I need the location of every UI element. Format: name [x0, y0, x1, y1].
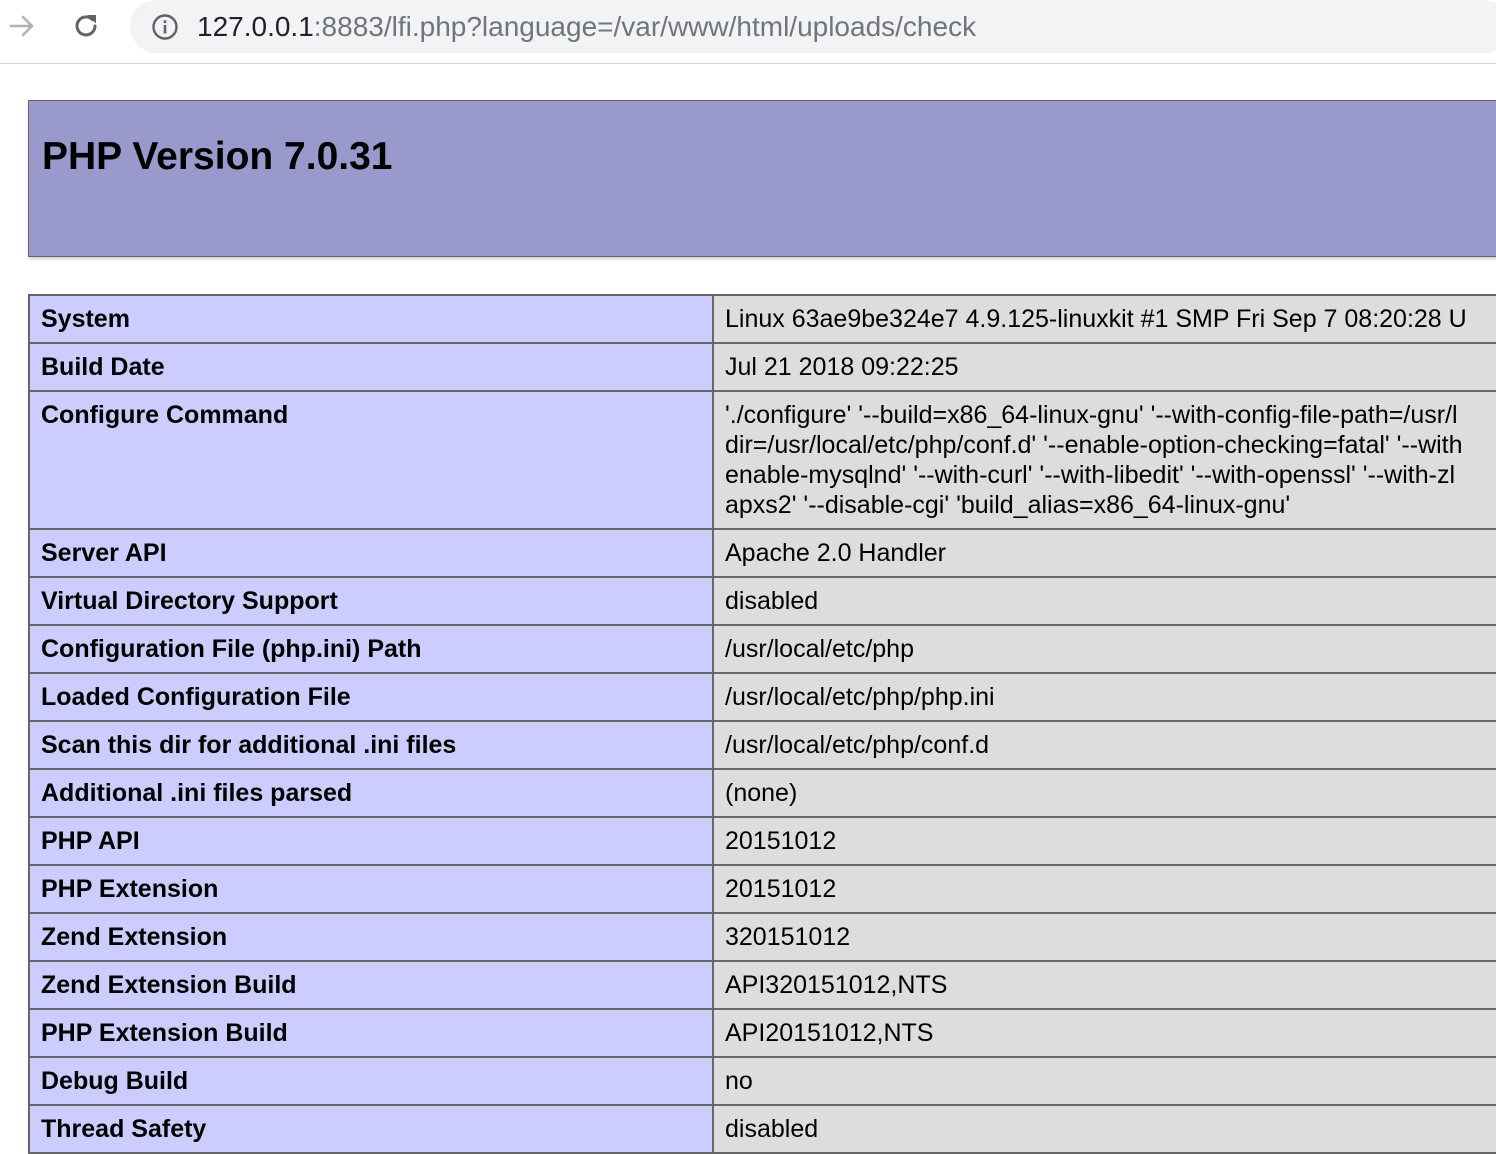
table-row: Zend Extension 320151012 — [28, 912, 1496, 962]
row-value: /usr/local/etc/php — [712, 624, 1496, 674]
row-value: no — [712, 1056, 1496, 1106]
table-row: Zend Extension Build API320151012,NTS — [28, 960, 1496, 1010]
url-path: :8883/lfi.php?language=/var/www/html/upl… — [313, 11, 977, 42]
row-key: Scan this dir for additional .ini files — [28, 720, 714, 770]
arrow-right-icon — [9, 15, 34, 37]
row-value: disabled — [712, 576, 1496, 626]
row-key: Build Date — [28, 342, 714, 392]
table-row: Loaded Configuration File/usr/local/etc/… — [28, 672, 1496, 722]
table-row: PHP API 20151012 — [28, 816, 1496, 866]
configure-command-line: './configure' '--build=x86_64-linux-gnu'… — [725, 401, 1458, 429]
configure-command-line: enable-mysqlnd' '--with-curl' '--with-li… — [725, 461, 1456, 489]
table-row: Configuration File (php.ini) Path/usr/lo… — [28, 624, 1496, 674]
table-row: Debug Build no — [28, 1056, 1496, 1106]
row-key: Loaded Configuration File — [28, 672, 714, 722]
row-value: API20151012,NTS — [712, 1008, 1496, 1058]
row-value: Apache 2.0 Handler — [712, 528, 1496, 578]
row-value: 20151012 — [712, 816, 1496, 866]
row-key: Zend Extension — [28, 912, 714, 962]
url-host: 127.0.0.1 — [197, 11, 314, 42]
row-key: Configure Command — [28, 390, 714, 530]
php-version-header: PHP Version 7.0.31 — [28, 100, 1496, 257]
page-title: PHP Version 7.0.31 — [42, 135, 393, 178]
address-bar[interactable]: 127.0.0.1:8883/lfi.php?language=/var/www… — [130, 0, 1496, 53]
row-value: /usr/local/etc/php/php.ini — [712, 672, 1496, 722]
row-value: 320151012 — [712, 912, 1496, 962]
table-row: System Linux 63ae9be324e7 4.9.125-linuxki… — [28, 294, 1496, 344]
url-text[interactable]: 127.0.0.1:8883/lfi.php?language=/var/www… — [197, 9, 976, 45]
row-value: Linux 63ae9be324e7 4.9.125-linuxkit #1 S… — [712, 294, 1496, 344]
row-key: Zend Extension Build — [28, 960, 714, 1010]
table-row: Virtual Directory Support disabled — [28, 576, 1496, 626]
row-key: Server API — [28, 528, 714, 578]
row-key: PHP API — [28, 816, 714, 866]
row-key: Virtual Directory Support — [28, 576, 714, 626]
configure-command-line: apxs2' '--disable-cgi' 'build_alias=x86_… — [725, 491, 1291, 519]
row-value: 20151012 — [712, 864, 1496, 914]
table-row: PHP Extension 20151012 — [28, 864, 1496, 914]
table-row: Server API Apache 2.0 Handler — [28, 528, 1496, 578]
browser-toolbar: 127.0.0.1:8883/lfi.php?language=/var/www… — [0, 0, 1496, 64]
row-key: Thread Safety — [28, 1104, 714, 1154]
table-row: Thread Safety disabled — [28, 1104, 1496, 1154]
table-row: Additional .ini files parsed (none) — [28, 768, 1496, 818]
reload-icon — [75, 15, 97, 37]
table-row: Configure Command './configure' '--build=… — [28, 390, 1496, 530]
table-row: Scan this dir for additional .ini files /… — [28, 720, 1496, 770]
info-circle-icon[interactable] — [150, 12, 180, 42]
row-key: PHP Extension Build — [28, 1008, 714, 1058]
table-row: PHP Extension Build API20151012,NTS — [28, 1008, 1496, 1058]
row-key: System — [28, 294, 714, 344]
row-value: disabled — [712, 1104, 1496, 1154]
row-value: /usr/local/etc/php/conf.d — [712, 720, 1496, 770]
reload-button[interactable] — [68, 8, 104, 44]
row-key: Configuration File (php.ini) Path — [28, 624, 714, 674]
row-key: Additional .ini files parsed — [28, 768, 714, 818]
table-row: Build Date Jul 21 2018 09:22:25 — [28, 342, 1496, 392]
forward-button[interactable] — [4, 8, 40, 44]
row-value: API320151012,NTS — [712, 960, 1496, 1010]
configure-command-line: dir=/usr/local/etc/php/conf.d' '--enable… — [725, 431, 1463, 459]
php-info-table: System Linux 63ae9be324e7 4.9.125-linuxki… — [28, 294, 1496, 1154]
row-value: (none) — [712, 768, 1496, 818]
row-value: Jul 21 2018 09:22:25 — [712, 342, 1496, 392]
row-key: PHP Extension — [28, 864, 714, 914]
row-value: './configure' '--build=x86_64-linux-gnu'… — [712, 390, 1496, 530]
row-key: Debug Build — [28, 1056, 714, 1106]
